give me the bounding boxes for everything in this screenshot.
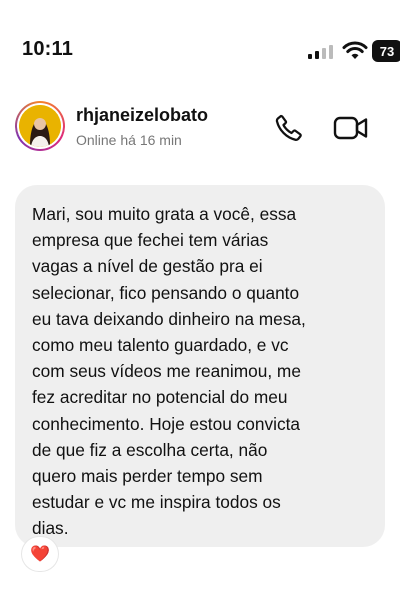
reaction-badge[interactable]: ❤️ [22,537,58,571]
chat-username[interactable]: rhjaneizelobato [76,105,208,126]
voice-call-button[interactable] [272,111,306,145]
status-time: 10:11 [22,38,74,60]
message-bubble[interactable]: Mari, sou muito grata a você, essa empre… [15,185,385,547]
battery-level: 73 [379,43,395,59]
chat-header: rhjaneizelobato Online há 16 min [0,95,400,165]
video-camera-icon [333,116,368,140]
battery-icon: 73 [372,40,400,62]
wifi-icon [342,41,368,59]
phone-icon [275,114,302,141]
avatar-photo [19,105,61,147]
message-text: Mari, sou muito grata a você, essa empre… [32,204,306,539]
presence-status: Online há 16 min [76,132,182,148]
avatar-ring [17,103,63,149]
heart-icon: ❤️ [30,546,50,563]
status-bar: 10:11 73 [0,0,400,80]
video-call-button[interactable] [332,111,370,145]
avatar[interactable] [15,101,65,151]
signal-icon [308,45,333,59]
person-icon [19,105,61,147]
